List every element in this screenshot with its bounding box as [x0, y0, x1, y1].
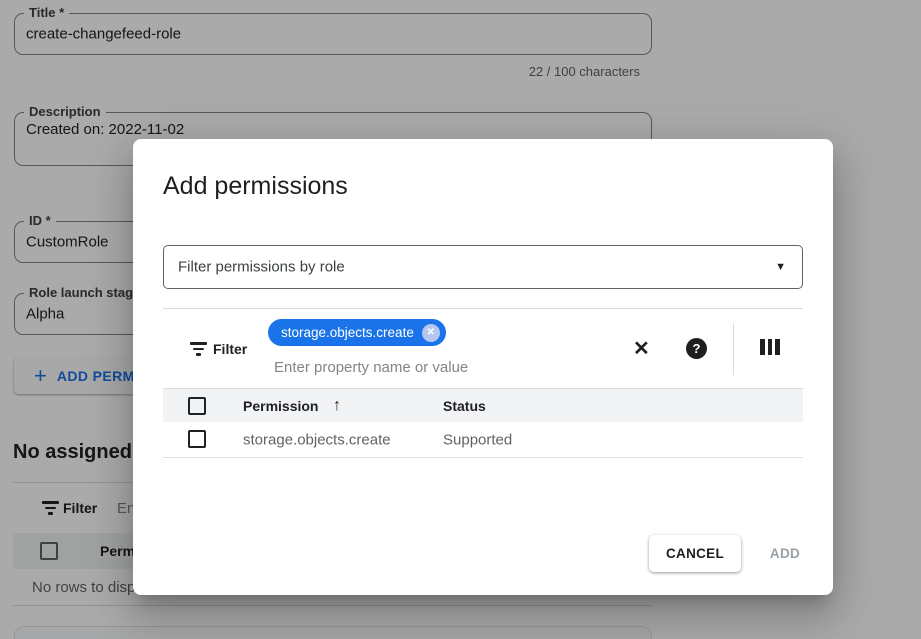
add-button[interactable]: ADD [753, 535, 817, 572]
column-display-icon[interactable] [760, 339, 780, 355]
status-column-header[interactable]: Status [443, 398, 486, 414]
permission-cell: storage.objects.create [243, 431, 391, 448]
filter-chip-label: storage.objects.create [281, 325, 414, 340]
role-filter-dropdown[interactable]: Filter permissions by role ▼ [163, 245, 803, 289]
dialog-title: Add permissions [163, 172, 348, 201]
status-cell: Supported [443, 431, 512, 448]
dialog-table-header-row: Permission ↑ Status [163, 388, 803, 422]
select-all-checkbox[interactable] [188, 397, 206, 415]
role-filter-dropdown-placeholder: Filter permissions by role [178, 259, 345, 276]
row-checkbox[interactable] [188, 430, 206, 448]
filter-icon [190, 342, 207, 356]
sort-ascending-icon[interactable]: ↑ [333, 397, 341, 415]
toolbar-divider [733, 323, 734, 375]
clear-filters-icon[interactable]: ✕ [633, 336, 650, 361]
chip-remove-icon[interactable]: ✕ [422, 324, 440, 342]
dialog-filter-input[interactable]: Enter property name or value [274, 359, 468, 376]
permission-table-row[interactable]: storage.objects.create Supported [163, 422, 803, 458]
filter-chip[interactable]: storage.objects.create ✕ [268, 319, 446, 346]
permission-column-header[interactable]: Permission [243, 398, 318, 414]
cancel-button[interactable]: CANCEL [649, 535, 741, 572]
toolbar-top-divider [163, 308, 803, 309]
create-role-page: Title * create-changefeed-role 22 / 100 … [0, 0, 921, 639]
add-permissions-dialog: Add permissions Filter permissions by ro… [133, 139, 833, 595]
help-icon[interactable]: ? [686, 338, 707, 359]
chevron-down-icon: ▼ [775, 261, 786, 273]
dialog-filter-label: Filter [213, 341, 247, 357]
